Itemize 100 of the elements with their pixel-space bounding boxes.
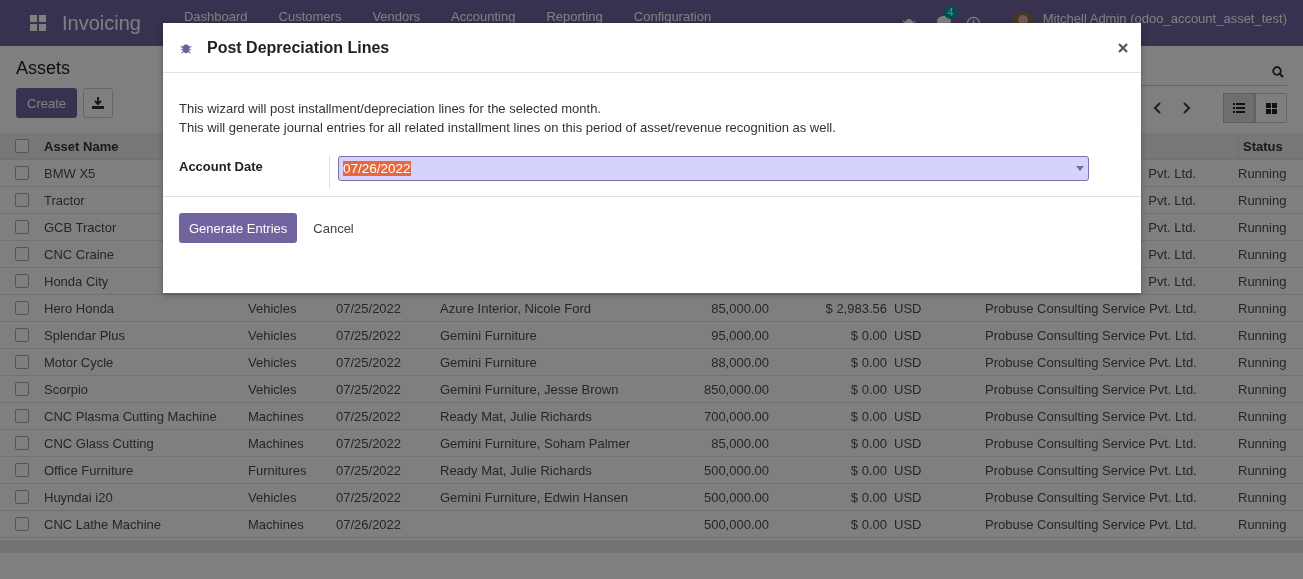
table-cell: Gemini Furniture, Jesse Brown [440,381,619,397]
table-cell: 850,000.00 [703,381,769,397]
table-cell: $ 0.00 [850,327,887,343]
table-cell: Gemini Furniture [440,327,537,343]
table-cell: Running [1238,192,1287,208]
table-cell: Pvt. Ltd. [1148,246,1196,262]
row-checkbox[interactable] [15,166,29,180]
dropdown-caret-icon [1076,166,1084,171]
table-cell: Scorpio [44,381,89,397]
table-cell: Running [1238,219,1287,235]
table-cell: USD [894,354,922,370]
table-cell: Probuse Consulting Service Pvt. Ltd. [985,516,1197,532]
row-checkbox[interactable] [15,247,29,261]
table-cell: USD [894,408,922,424]
table-cell: Azure Interior, Nicole Ford [440,300,591,316]
row-checkbox[interactable] [15,517,29,531]
list-view-button[interactable] [1223,93,1255,123]
table-cell: Running [1238,300,1287,316]
table-cell: 500,000.00 [703,516,769,532]
table-cell: Ready Mat, Julie Richards [440,462,592,478]
table-cell: Probuse Consulting Service Pvt. Ltd. [985,489,1197,505]
table-cell: 500,000.00 [703,489,769,505]
row-checkbox[interactable] [15,382,29,396]
next-page-icon[interactable] [1181,102,1191,114]
row-checkbox[interactable] [15,328,29,342]
download-button[interactable] [83,88,114,118]
table-cell: USD [894,516,922,532]
menu-item[interactable]: Dashboard [168,8,264,24]
menu-item[interactable]: Customers [263,8,358,24]
table-cell: Office Furniture [44,462,134,478]
table-cell: 07/25/2022 [336,489,402,505]
table-cell: Running [1238,354,1287,370]
table-cell: Honda City [44,273,109,289]
table-cell: 500,000.00 [703,462,769,478]
table-cell: Vehicles [248,489,297,505]
table-cell: Furnitures [248,462,307,478]
table-cell: Vehicles [248,354,297,370]
table-cell: Running [1238,246,1287,262]
user-name[interactable]: Mitchell Admin (odoo_account_asset_test) [1042,11,1287,26]
table-cell: 700,000.00 [703,408,769,424]
table-cell: USD [894,300,922,316]
table-cell: Probuse Consulting Service Pvt. Ltd. [985,327,1197,343]
table-cell: $ 0.00 [850,354,887,370]
table-cell: $ 0.00 [850,489,887,505]
table-cell: Running [1238,273,1287,289]
row-checkbox[interactable] [15,490,29,504]
table-cell: GCB Tractor [44,219,117,235]
table-cell: Tractor [44,192,85,208]
table-cell: Splendar Plus [44,327,125,343]
column-header[interactable]: Status [1238,132,1303,160]
previous-page-icon[interactable] [1153,102,1163,114]
description-text: This wizard will post installment/depreciation lines for the selected month. [179,100,602,118]
row-checkbox[interactable] [15,463,29,477]
menu-item[interactable]: Reporting [531,8,619,24]
table-cell: $ 0.00 [850,462,887,478]
table-cell: $ 0.00 [850,435,887,451]
field-label: Account Date [179,159,264,174]
table-cell: $ 0.00 [850,381,887,397]
row-checkbox[interactable] [15,355,29,369]
generate-entries-button[interactable]: Generate Entries [179,213,298,243]
table-cell: 07/25/2022 [336,354,402,370]
menu-item[interactable]: Configuration [618,8,728,24]
table-cell: Running [1238,165,1287,181]
grid-icon [1265,102,1277,114]
kanban-view-button[interactable] [1255,93,1287,123]
table-cell: Probuse Consulting Service Pvt. Ltd. [985,435,1197,451]
search-icon [1272,65,1284,78]
row-checkbox[interactable] [15,274,29,288]
table-cell: 07/25/2022 [336,408,402,424]
table-cell: Probuse Consulting Service Pvt. Ltd. [985,300,1197,316]
table-cell: Vehicles [248,300,297,316]
row-checkbox[interactable] [15,409,29,423]
close-icon[interactable] [1118,42,1128,53]
create-button[interactable]: Create [16,88,78,118]
table-cell: Vehicles [248,381,297,397]
table-cell: Machines [248,408,304,424]
row-checkbox[interactable] [15,301,29,315]
table-cell: Pvt. Ltd. [1148,192,1196,208]
date-input-field[interactable]: 07/26/2022 [338,156,1089,181]
table-cell: Machines [248,435,304,451]
table-cell: Running [1238,408,1287,424]
table-cell: Hero Honda [44,300,115,316]
table-cell: Running [1238,381,1287,397]
table-cell: 07/25/2022 [336,300,402,316]
select-all-checkbox[interactable] [15,139,29,153]
table-cell: USD [894,381,922,397]
row-checkbox[interactable] [15,193,29,207]
cancel-button[interactable]: Cancel [303,220,364,236]
dialog-title: Post Depreciation Lines [207,38,390,57]
table-cell: Pvt. Ltd. [1148,273,1196,289]
table-cell: Pvt. Ltd. [1148,219,1196,235]
table-cell: Gemini Furniture, Soham Palmer [440,435,630,451]
row-checkbox[interactable] [15,220,29,234]
menu-item[interactable]: Vendors [357,8,437,24]
table-cell: Running [1238,489,1287,505]
menu-item[interactable]: Accounting [436,8,532,24]
table-cell: Running [1238,435,1287,451]
table-cell: 95,000.00 [711,327,769,343]
apps-menu-icon[interactable] [30,15,46,31]
row-checkbox[interactable] [15,436,29,450]
